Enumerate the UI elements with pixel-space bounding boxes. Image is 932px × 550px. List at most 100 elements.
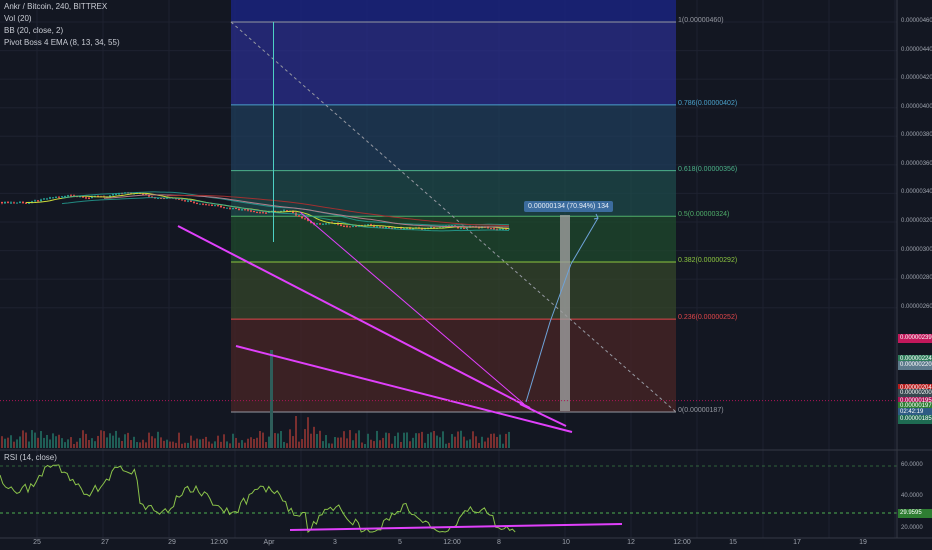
volume-bar <box>109 433 111 448</box>
volume-bar <box>466 440 468 448</box>
volume-bar <box>154 438 156 448</box>
volume-bar <box>31 430 33 448</box>
volume-bar <box>175 442 177 448</box>
volume-bar <box>49 439 51 448</box>
price-chart[interactable] <box>0 0 932 550</box>
volume-bar <box>151 436 153 448</box>
volume-bar <box>229 443 231 448</box>
candle-body <box>40 199 42 202</box>
candle-body <box>340 224 342 226</box>
time-axis-tick: 3 <box>333 539 337 546</box>
candle-body <box>421 228 423 230</box>
candle-body <box>217 205 219 207</box>
rsi-legend[interactable]: RSI (14, close) <box>4 453 57 462</box>
volume-bar <box>97 435 99 448</box>
volume-bar <box>262 432 264 448</box>
volume-bar <box>454 436 456 448</box>
volume-bar <box>265 442 267 448</box>
volume-bar <box>199 439 201 448</box>
time-axis-tick: Apr <box>263 539 275 546</box>
candle-body <box>13 202 15 204</box>
volume-bar <box>286 443 288 448</box>
volume-bar <box>187 442 189 448</box>
fib-band <box>231 319 676 412</box>
candle-body <box>490 228 492 230</box>
time-axis-tick: 12 <box>627 539 635 546</box>
volume-bar <box>70 437 72 448</box>
candle-body <box>112 194 114 196</box>
volume-bar <box>400 441 402 448</box>
ema-legend[interactable]: Pivot Boss 4 EMA (8, 13, 34, 55) <box>4 38 120 48</box>
volume-bar <box>364 443 366 448</box>
candle-body <box>493 228 495 230</box>
volume-bar <box>241 440 243 448</box>
volume-bar <box>373 441 375 448</box>
symbol-legend[interactable]: Ankr / Bitcoin, 240, BITTREX <box>4 2 107 12</box>
candle-body <box>34 200 36 202</box>
volume-bar <box>298 441 300 448</box>
volume-bar <box>427 433 429 448</box>
volume-bar <box>244 442 246 448</box>
volume-bar <box>190 435 192 448</box>
rsi-value-tag: 29.9595 <box>898 509 932 518</box>
volume-bar <box>121 440 123 448</box>
candle-body <box>58 196 60 198</box>
candle-body <box>319 223 321 225</box>
time-axis-tick: 12:00 <box>210 539 228 546</box>
candle-body <box>55 196 57 198</box>
volume-legend[interactable]: Vol (20) <box>4 14 32 24</box>
candle-body <box>322 223 324 225</box>
volume-bar <box>166 439 168 448</box>
volume-spike-marker <box>273 22 274 242</box>
volume-bar <box>142 439 144 448</box>
volume-bar <box>346 438 348 448</box>
rsi-axis-tick: 20.0000 <box>901 525 923 531</box>
volume-bar <box>322 441 324 448</box>
volume-bar <box>85 433 87 448</box>
volume-bar <box>295 416 297 448</box>
volume-bar <box>343 431 345 448</box>
candle-body <box>115 194 117 196</box>
rsi-axis-tick: 40.0000 <box>901 493 923 499</box>
volume-bar <box>445 443 447 448</box>
volume-bar <box>418 433 420 448</box>
candle-body <box>232 208 234 210</box>
price-axis-tick: 0.00000440 <box>901 46 932 53</box>
volume-bar <box>358 430 360 448</box>
candle-body <box>283 210 285 212</box>
volume-bar <box>331 443 333 448</box>
volume-bar <box>367 433 369 448</box>
volume-bar <box>55 436 57 448</box>
candle-body <box>46 198 48 200</box>
volume-bar <box>1 436 3 448</box>
volume-bar <box>250 437 252 448</box>
bollinger-legend[interactable]: BB (20, close, 2) <box>4 26 63 36</box>
candle-body <box>223 207 225 209</box>
price-range-measure-label: 0.00000134 (70.94%) 134 <box>524 201 613 212</box>
price-axis-tick: 0.00000380 <box>901 132 932 139</box>
time-axis-tick: 19 <box>859 539 867 546</box>
volume-bar <box>64 442 66 448</box>
volume-bar <box>232 433 234 448</box>
volume-bar <box>205 436 207 448</box>
candle-body <box>67 195 69 197</box>
rsi-line <box>0 464 516 533</box>
volume-bar <box>391 443 393 448</box>
volume-bar <box>118 437 120 448</box>
price-axis-tick: 0.00000340 <box>901 189 932 196</box>
candle-body <box>208 204 210 206</box>
volume-bar <box>334 437 336 448</box>
volume-bar <box>268 436 270 448</box>
time-axis-tick: 12:00 <box>443 539 461 546</box>
candle-body <box>64 195 66 197</box>
volume-bar <box>115 430 117 448</box>
volume-bar <box>139 442 141 448</box>
volume-bar <box>235 437 237 448</box>
volume-bar <box>28 441 30 448</box>
volume-bar <box>43 437 45 448</box>
volume-bar <box>253 438 255 448</box>
volume-bar <box>277 433 279 448</box>
volume-bar <box>211 443 213 448</box>
volume-bar <box>379 440 381 448</box>
candle-body <box>1 202 3 204</box>
